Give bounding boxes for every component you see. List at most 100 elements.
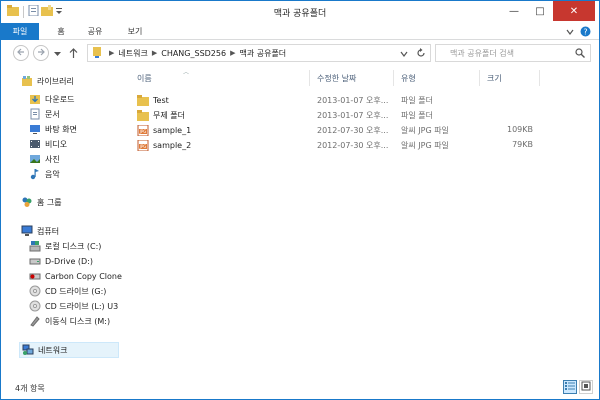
column-name[interactable]: 이름 bbox=[137, 73, 152, 84]
nav-documents[interactable]: 문서 bbox=[29, 106, 60, 122]
file-row[interactable]: JPG sample_1 2012-07-30 오후... 알씨 JPG 파일 … bbox=[129, 123, 597, 138]
column-date-modified[interactable]: 수정한 날짜 bbox=[317, 73, 356, 84]
large-icons-view-button[interactable] bbox=[579, 380, 593, 394]
nav-drive-m-label: 이동식 디스크 (M:) bbox=[45, 316, 111, 326]
back-button[interactable] bbox=[13, 45, 29, 61]
search-icon[interactable] bbox=[575, 48, 585, 60]
file-type: 알씨 JPG 파일 bbox=[401, 141, 449, 150]
nav-desktop[interactable]: 바탕 화면 bbox=[29, 121, 77, 137]
nav-homegroup-label: 홈 그룹 bbox=[37, 197, 62, 207]
file-date: 2013-01-07 오후... bbox=[317, 96, 389, 105]
breadcrumb-separator-icon[interactable]: ▶ bbox=[152, 49, 157, 57]
maximize-button[interactable]: □ bbox=[527, 1, 553, 21]
title-bar: 맥과 공유폴더 — □ ✕ bbox=[1, 1, 599, 23]
tab-view[interactable]: 보기 bbox=[121, 23, 149, 40]
nav-drive-c[interactable]: 로컬 디스크 (C:) bbox=[29, 238, 101, 254]
file-list: ︿ 이름 수정한 날짜 유형 크기 Test 2013-01-07 오후... … bbox=[123, 65, 599, 377]
breadcrumb-current-folder[interactable]: 맥과 공유폴더 bbox=[239, 48, 286, 59]
status-bar: 4개 항목 bbox=[1, 377, 599, 399]
file-type: 알씨 JPG 파일 bbox=[401, 126, 449, 135]
minimize-button[interactable]: — bbox=[501, 1, 527, 21]
ribbon-right-controls: ? bbox=[566, 26, 591, 39]
file-name: 무제 폴더 bbox=[153, 111, 185, 120]
forward-button[interactable] bbox=[33, 45, 49, 61]
desktop-icon bbox=[29, 123, 41, 135]
nav-network-label: 네트워크 bbox=[38, 345, 68, 355]
nav-downloads[interactable]: 다운로드 bbox=[29, 91, 74, 107]
recent-locations-icon[interactable] bbox=[54, 50, 61, 59]
file-row[interactable]: Test 2013-01-07 오후... 파일 폴더 bbox=[129, 93, 597, 108]
column-size[interactable]: 크기 bbox=[487, 73, 502, 84]
file-row[interactable]: JPG sample_2 2012-07-30 오후... 알씨 JPG 파일 … bbox=[129, 138, 597, 153]
file-name: Test bbox=[153, 96, 169, 105]
nav-music[interactable]: 음악 bbox=[29, 166, 60, 182]
nav-drive-ccc[interactable]: Carbon Copy Clone bbox=[29, 268, 122, 284]
explorer-window: 맥과 공유폴더 — □ ✕ 파일 홈 공유 보기 ? ▶ 네트워크 ▶ CHAN… bbox=[0, 0, 600, 400]
jpg-file-icon: JPG bbox=[137, 140, 149, 151]
nav-computer[interactable]: 컴퓨터 bbox=[21, 223, 59, 239]
expand-ribbon-icon[interactable] bbox=[566, 28, 574, 38]
downloads-icon bbox=[29, 93, 41, 105]
column-type[interactable]: 유형 bbox=[401, 73, 416, 84]
nav-drive-g[interactable]: CD 드라이브 (G:) bbox=[29, 283, 106, 299]
forward-arrow-icon bbox=[37, 48, 45, 59]
details-view-button[interactable] bbox=[563, 380, 577, 394]
drive-icon bbox=[29, 255, 41, 267]
tab-home[interactable]: 홈 bbox=[51, 23, 71, 40]
pictures-icon bbox=[29, 153, 41, 165]
search-input[interactable] bbox=[436, 48, 572, 58]
video-icon bbox=[29, 138, 41, 150]
nav-music-label: 음악 bbox=[45, 169, 60, 179]
column-divider[interactable] bbox=[309, 70, 310, 86]
file-name: sample_2 bbox=[153, 141, 192, 150]
file-date: 2013-01-07 오후... bbox=[317, 111, 389, 120]
network-folder-icon bbox=[92, 46, 102, 60]
nav-drive-c-label: 로컬 디스크 (C:) bbox=[45, 241, 102, 251]
sort-arrow-icon: ︿ bbox=[183, 69, 190, 76]
close-button[interactable]: ✕ bbox=[553, 1, 595, 21]
column-divider[interactable] bbox=[479, 70, 480, 86]
ribbon-tabs: 파일 홈 공유 보기 ? bbox=[1, 23, 599, 40]
breadcrumb-separator-icon: ▶ bbox=[109, 49, 115, 57]
help-icon[interactable]: ? bbox=[580, 26, 591, 39]
nav-drive-l[interactable]: CD 드라이브 (L:) U3 bbox=[29, 298, 118, 314]
breadcrumb-network[interactable]: 네트워크 bbox=[118, 48, 147, 59]
nav-homegroup[interactable]: 홈 그룹 bbox=[21, 194, 62, 210]
file-date: 2012-07-30 오후... bbox=[317, 126, 389, 135]
nav-libraries[interactable]: 라이브러리 bbox=[21, 73, 74, 89]
removable-disk-icon bbox=[29, 315, 41, 327]
svg-text:JPG: JPG bbox=[139, 129, 147, 134]
nav-videos-label: 비디오 bbox=[45, 139, 68, 149]
nav-network[interactable]: 네트워크 bbox=[19, 342, 119, 358]
nav-drive-l-label: CD 드라이브 (L:) U3 bbox=[45, 301, 119, 311]
address-bar[interactable]: ▶ 네트워크 ▶ CHANG_SSD256 ▶ 맥과 공유폴더 bbox=[87, 44, 431, 62]
breadcrumb-host[interactable]: CHANG_SSD256 bbox=[161, 49, 226, 58]
nav-pictures[interactable]: 사진 bbox=[29, 151, 60, 167]
network-icon bbox=[22, 344, 34, 356]
column-header: ︿ 이름 수정한 날짜 유형 크기 bbox=[123, 68, 599, 88]
external-drive-icon bbox=[29, 270, 41, 282]
column-divider[interactable] bbox=[393, 70, 394, 86]
column-divider[interactable] bbox=[539, 70, 540, 86]
nav-drive-g-label: CD 드라이브 (G:) bbox=[45, 286, 107, 296]
file-size: 109KB bbox=[506, 125, 533, 134]
nav-drive-d[interactable]: D-Drive (D:) bbox=[29, 253, 93, 269]
search-box[interactable] bbox=[435, 44, 591, 62]
svg-text:JPG: JPG bbox=[139, 144, 147, 149]
file-row[interactable]: 무제 폴더 2013-01-07 오후... 파일 폴더 bbox=[129, 108, 597, 123]
nav-videos[interactable]: 비디오 bbox=[29, 136, 67, 152]
breadcrumb-separator-icon[interactable]: ▶ bbox=[230, 49, 235, 57]
nav-desktop-label: 바탕 화면 bbox=[45, 124, 77, 134]
refresh-icon[interactable] bbox=[416, 48, 426, 60]
up-arrow-icon[interactable] bbox=[69, 48, 78, 60]
file-type: 파일 폴더 bbox=[401, 111, 433, 120]
svg-text:?: ? bbox=[583, 28, 587, 37]
view-switcher bbox=[563, 380, 593, 394]
address-dropdown-icon[interactable] bbox=[400, 50, 408, 59]
back-arrow-icon bbox=[17, 48, 25, 59]
tab-file[interactable]: 파일 bbox=[1, 23, 39, 40]
nav-drive-m[interactable]: 이동식 디스크 (M:) bbox=[29, 313, 110, 329]
tab-share[interactable]: 공유 bbox=[81, 23, 109, 40]
documents-icon bbox=[29, 108, 41, 120]
nav-downloads-label: 다운로드 bbox=[45, 94, 75, 104]
